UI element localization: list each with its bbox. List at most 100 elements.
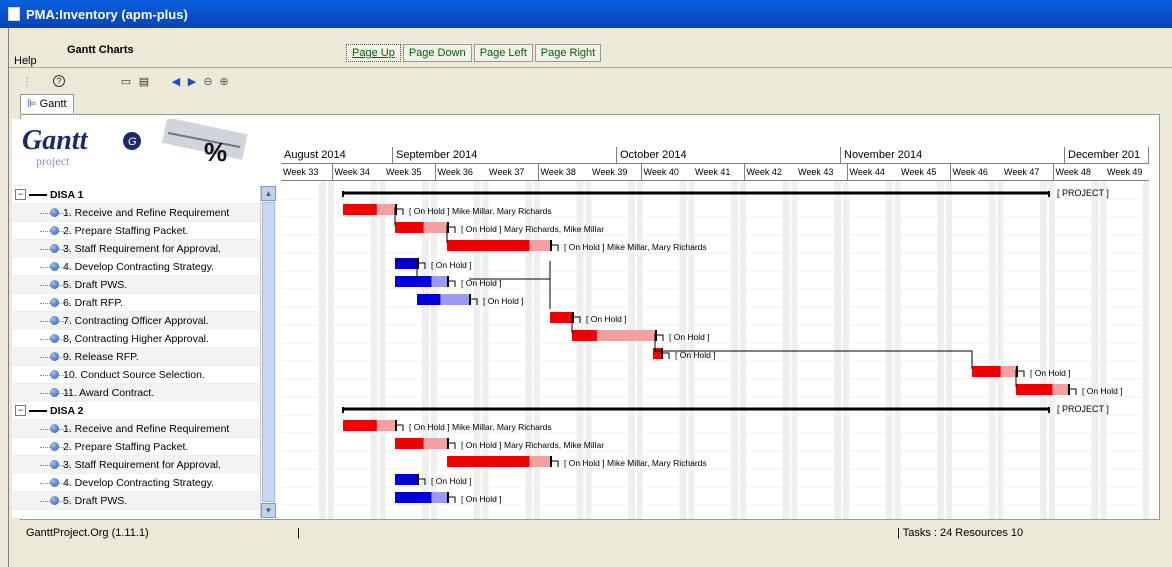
collapse-icon[interactable]: − [15,189,26,200]
dependency-link [449,280,456,287]
tree-task[interactable]: 11. Award Contract. [12,384,260,402]
print-icon[interactable]: ▤ [137,74,151,88]
weekend-shade [1049,181,1055,519]
zoom-in-icon[interactable]: ⊕ [217,74,231,88]
tree-task[interactable]: 2. Prepare Staffing Packet. [12,222,260,240]
tree-group[interactable]: − DISA 1 [12,186,260,204]
window-icon [8,7,20,21]
page-header: Gantt Charts Page Up Page Down Page Left… [9,28,1172,66]
tree-task-label: 11. Award Contract. [63,386,155,399]
weekend-shade [791,181,798,519]
task-label: [ On Hold ] Mary Richards, Mike Millar [461,440,604,450]
dependency-link [663,352,670,359]
tree-connector [40,285,70,286]
task-progress [395,492,432,503]
tree-task[interactable]: 8, Contracting Higher Approval. [12,330,260,348]
tree-connector [40,429,70,430]
task-progress [395,276,432,287]
scroll-up-icon[interactable]: ▲ [261,186,276,201]
scroll-down-icon[interactable]: ▼ [261,503,276,518]
task-bar-end [469,294,471,305]
summary-cap [1048,191,1050,197]
logo-g-letter: G [128,136,137,148]
tree-group[interactable]: − DISA 2 [12,402,260,420]
tree-task[interactable]: 2. Prepare Staffing Packet. [12,438,260,456]
tree-task[interactable]: 5. Draft PWS. [12,492,260,510]
menu-help[interactable]: Help [14,55,37,67]
tab-gantt[interactable]: ⊫ Gantt [20,94,74,113]
tree-connector [40,501,70,502]
timeline-week: Week 37 [487,164,539,181]
scrollbar-thumb[interactable] [262,202,275,502]
dependency-link [1018,370,1025,377]
tree-task[interactable]: 9. Release RFP. [12,348,260,366]
tree-task[interactable]: 10. Conduct Source Selection. [12,366,260,384]
task-label: [ On Hold ] Mary Richards, Mike Millar [461,224,604,234]
task-progress [343,420,377,431]
weekend-shade [740,181,746,519]
task-bar-end [417,474,419,485]
tree-task[interactable]: 5. Draft PWS. [12,276,260,294]
task-label: [ On Hold ] [1082,386,1123,396]
tree-scrollbar[interactable]: ▲ ▼ [260,186,276,518]
task-label: [ On Hold ] Mike Millar, Mary Richards [409,422,552,432]
weekend-shade [628,181,635,519]
tree-task[interactable]: 1. Receive and Refine Requirement [12,204,260,222]
weekend-shade [1091,181,1099,519]
timeline-week: Week 48 [1053,164,1106,181]
tree-task[interactable]: 6. Draft RFP. [12,294,260,312]
task-progress [550,312,572,323]
scroll-right-icon[interactable]: ▶ [185,74,199,88]
collapse-icon[interactable]: − [15,405,26,416]
tree-group-label: DISA 1 [50,188,84,201]
tree-task[interactable]: 3. Staff Requirement for Approval. [12,456,260,474]
timeline-week: Week 36 [435,164,488,181]
timeline-week: Week 45 [899,164,951,181]
window-title: PMA:Inventory (apm-plus) [26,6,188,22]
window-titlebar: PMA:Inventory (apm-plus) [0,0,1172,28]
page-left-button[interactable]: Page Left [473,44,533,62]
summary-cap [342,191,344,197]
dependency-link [657,334,664,341]
page-down-button[interactable]: Page Down [402,44,472,62]
task-progress [395,438,424,449]
scroll-left-icon[interactable]: ◀ [169,74,183,88]
tree-task[interactable]: 4. Develop Contracting Strategy. [12,474,260,492]
tree-task-label: 9. Release RFP. [63,350,139,363]
weekend-shade [937,181,944,519]
tree-task[interactable]: 1. Receive and Refine Requirement [12,420,260,438]
timeline-week: Week 46 [950,164,1003,181]
help-icon[interactable]: ? [53,75,65,87]
task-progress [395,474,417,485]
menu-bar: Help [14,55,37,67]
toolbar-grip-icon: ⋮ [21,75,33,88]
page-right-button[interactable]: Page Right [534,44,602,62]
task-bar-end [447,438,449,449]
toolbar: ⋮ ? ▭ ▤ ◀ ▶ ⊖ ⊕ [21,72,231,90]
task-label: [ On Hold ] [431,476,472,486]
status-version: GanttProject.Org (1.11.1) [26,527,149,539]
tree-connector [40,231,70,232]
dependency-link [397,208,404,215]
task-bar-end [550,240,552,251]
tree-task-label: 3. Staff Requirement for Approval. [63,458,221,471]
summary-cap [342,407,344,413]
tree-connector [40,393,70,394]
ganttproject-logo: Gantt project G % [12,119,256,185]
tree-connector [40,447,70,448]
timeline-month: October 2014 [617,147,841,164]
timeline-month: December 201 [1065,147,1149,164]
page-setup-icon[interactable]: ▭ [119,74,133,88]
tree-task[interactable]: 7. Contracting Officer Approval. [12,312,260,330]
task-progress [1016,384,1053,395]
tree-task[interactable]: 3. Staff Requirement for Approval. [12,240,260,258]
logo-graphic: Gantt project G % [22,119,248,168]
tree-connector [40,267,70,268]
group-icon [29,409,47,412]
group-icon [29,193,47,196]
page-up-button[interactable]: Page Up [346,44,401,62]
tree-task-label: 4. Develop Contracting Strategy. [63,476,214,489]
weekend-shade [834,181,841,519]
tree-task[interactable]: 4. Develop Contracting Strategy. [12,258,260,276]
zoom-out-icon[interactable]: ⊖ [201,74,215,88]
